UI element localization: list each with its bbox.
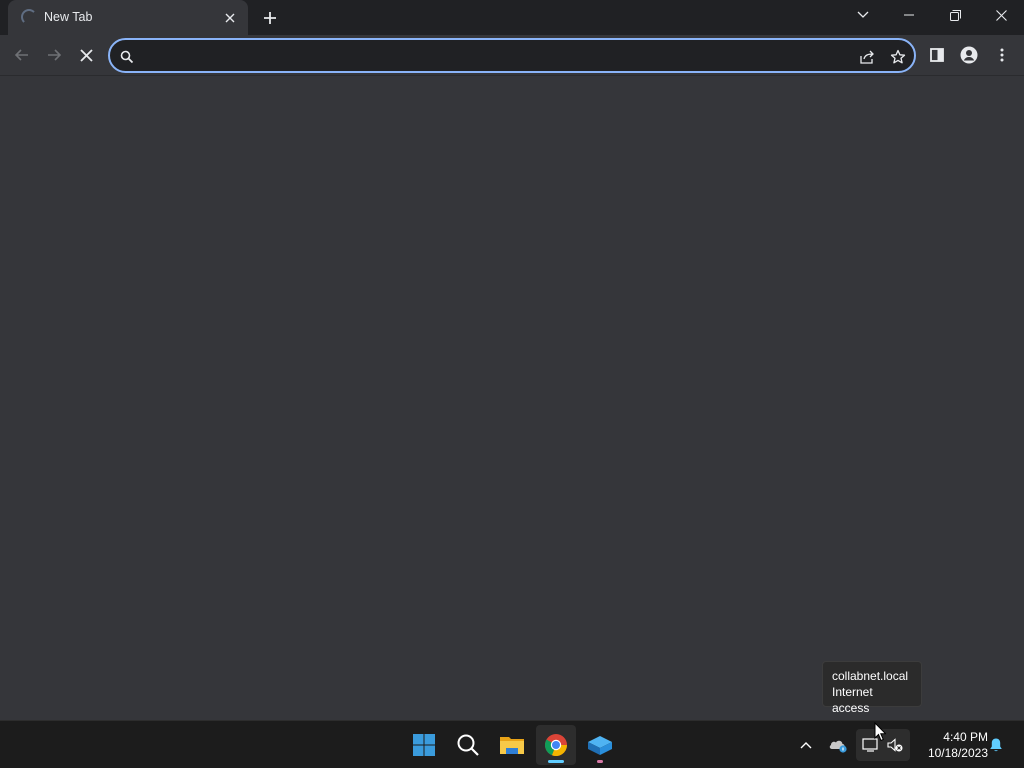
- more-vertical-icon: [1000, 48, 1004, 62]
- minimize-button[interactable]: [886, 0, 932, 30]
- share-icon: [860, 50, 874, 64]
- stop-loading-button[interactable]: [72, 41, 100, 69]
- mouse-cursor-icon: [874, 722, 886, 742]
- star-icon: [890, 49, 906, 64]
- restore-button[interactable]: [932, 0, 978, 30]
- page-content: [0, 77, 1024, 720]
- tab-close-button[interactable]: [220, 8, 240, 28]
- profile-button[interactable]: [955, 41, 983, 69]
- clock-time: 4:40 PM: [943, 730, 988, 744]
- avatar-icon: [960, 46, 978, 64]
- arrow-left-icon: [14, 49, 28, 61]
- speaker-muted-icon: [887, 738, 903, 752]
- address-input[interactable]: [144, 46, 844, 66]
- new-tab-button[interactable]: [258, 6, 282, 30]
- onedrive-button[interactable]: [824, 729, 852, 761]
- tab-search-button[interactable]: [840, 0, 886, 30]
- active-indicator: [548, 760, 564, 763]
- side-panel-button[interactable]: [923, 41, 951, 69]
- plus-icon: [264, 12, 276, 24]
- close-window-button[interactable]: [978, 0, 1024, 30]
- cloud-icon: [829, 740, 847, 753]
- arrow-right-icon: [48, 49, 62, 61]
- chevron-down-icon: [857, 11, 869, 18]
- file-explorer-button[interactable]: [492, 725, 532, 765]
- close-icon: [225, 13, 235, 23]
- search-button[interactable]: [448, 725, 488, 765]
- notifications-button[interactable]: [982, 729, 1010, 761]
- close-icon: [995, 9, 1007, 21]
- back-button[interactable]: [8, 41, 36, 69]
- clock[interactable]: 4:40 PM 10/18/2023: [912, 729, 988, 761]
- side-panel-icon: [930, 48, 944, 62]
- menu-button[interactable]: [988, 41, 1016, 69]
- tooltip-network-status: Internet access: [832, 685, 873, 715]
- app-box-icon: [588, 736, 612, 755]
- clock-date: 10/18/2023: [927, 746, 988, 760]
- app-taskbar-button[interactable]: [580, 725, 620, 765]
- restore-icon: [949, 9, 961, 21]
- windows-logo-icon: [413, 734, 435, 756]
- bell-icon: [990, 738, 1002, 752]
- show-hidden-icons-button[interactable]: [792, 729, 820, 761]
- search-icon: [116, 46, 138, 68]
- taskbar: 4:40 PM 10/18/2023: [0, 720, 1024, 768]
- tab-title: New Tab: [44, 10, 93, 24]
- tab-strip: New Tab: [0, 0, 1024, 35]
- bookmark-button[interactable]: [887, 46, 909, 68]
- browser-toolbar: [0, 35, 1024, 76]
- network-tooltip: collabnet.local Internet access: [822, 661, 922, 715]
- chevron-up-icon: [800, 742, 812, 749]
- tab-new-tab[interactable]: New Tab: [8, 0, 248, 35]
- address-bar[interactable]: [108, 38, 916, 73]
- chrome-taskbar-button[interactable]: [536, 725, 576, 765]
- start-button[interactable]: [404, 725, 444, 765]
- folder-icon: [500, 737, 524, 754]
- close-icon: [79, 48, 93, 62]
- search-icon: [457, 734, 479, 756]
- share-button[interactable]: [856, 46, 878, 68]
- chrome-icon: [544, 734, 568, 757]
- running-indicator: [597, 760, 603, 763]
- minimize-icon: [904, 14, 914, 16]
- loading-spinner-icon: [21, 9, 37, 25]
- tooltip-network-name: collabnet.local: [832, 669, 909, 683]
- forward-button[interactable]: [40, 41, 68, 69]
